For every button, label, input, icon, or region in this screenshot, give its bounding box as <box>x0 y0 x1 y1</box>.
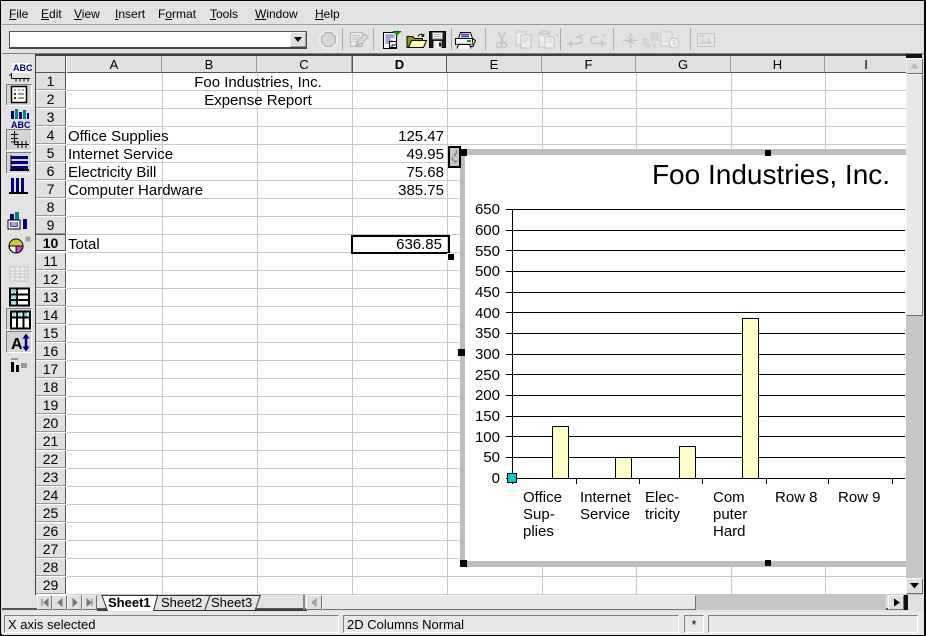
svg-text:ABC: ABC <box>11 120 31 129</box>
svg-text:ABC: ABC <box>13 63 32 73</box>
svg-text:A: A <box>11 336 23 353</box>
